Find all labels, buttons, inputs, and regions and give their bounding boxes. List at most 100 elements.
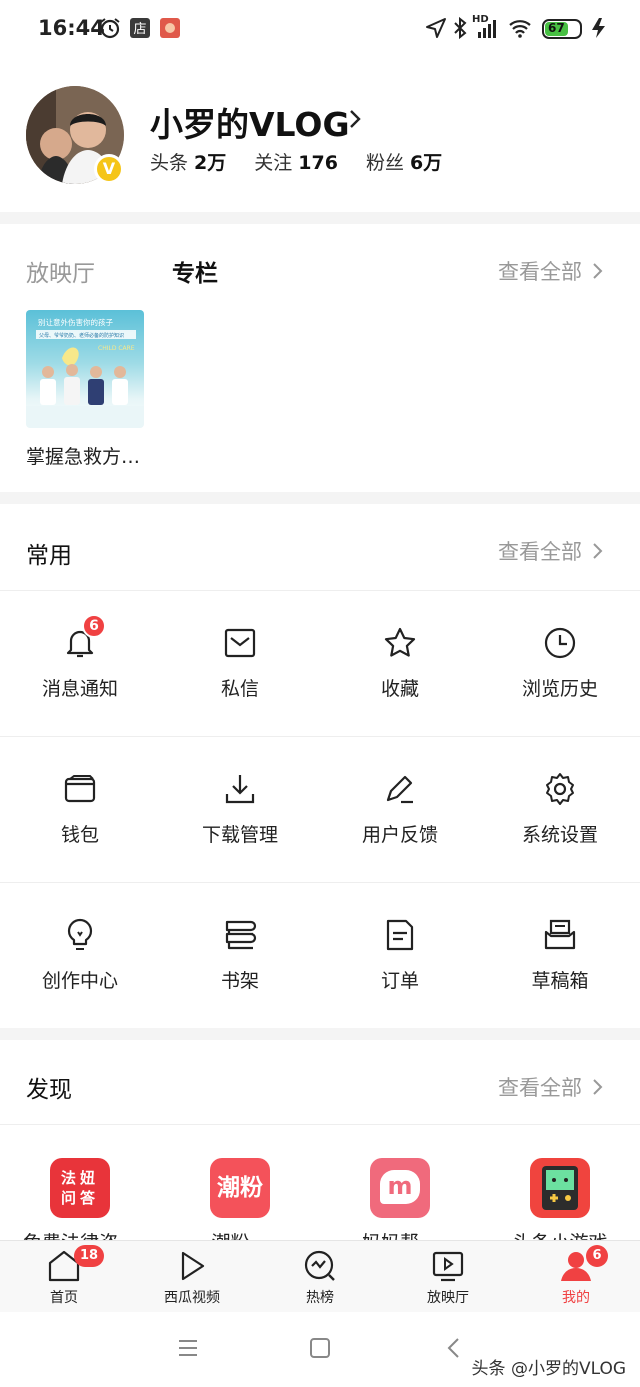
back-icon[interactable]	[444, 1336, 464, 1360]
see-all-label: 查看全部	[498, 260, 582, 284]
signal-icon	[478, 20, 496, 38]
pen-icon	[386, 775, 413, 804]
tab-theater[interactable]: 放映厅	[384, 1249, 512, 1307]
stat-headlines[interactable]: 头条 2万	[150, 148, 226, 175]
grid-feedback[interactable]: 用户反馈	[320, 772, 480, 847]
wallet-icon	[64, 775, 96, 803]
bookshelf-icon	[225, 920, 257, 950]
watermark: 头条 @小罗的VLOG	[471, 1359, 626, 1379]
document-icon	[386, 919, 414, 951]
lightbulb-icon	[67, 918, 93, 950]
tab-label: 我的	[562, 1290, 590, 1306]
grid-label: 创作中心	[41, 970, 118, 992]
star-icon	[384, 627, 416, 657]
app-icon-text: m	[380, 1170, 420, 1204]
grid-creator-center[interactable]: 创作中心	[0, 918, 160, 993]
status-bar: 16:44 店 HD 67	[0, 0, 640, 60]
home-badge: 18	[74, 1245, 105, 1267]
stat-value: 6万	[409, 152, 443, 174]
drafts-icon	[544, 919, 576, 950]
see-all-label: 查看全部	[498, 540, 582, 564]
grid-drafts[interactable]: 草稿箱	[480, 918, 640, 993]
chevron-right-icon	[593, 543, 603, 559]
stat-label: 粉丝	[365, 152, 404, 174]
clock-icon	[544, 627, 576, 659]
location-icon	[426, 18, 446, 38]
charging-icon	[592, 18, 605, 38]
chevron-right-icon[interactable]	[348, 108, 364, 130]
see-all-media[interactable]: 查看全部	[498, 256, 604, 286]
profile-stats: 头条 2万 关注 176 粉丝 6万	[150, 148, 442, 175]
grid-label: 消息通知	[41, 678, 118, 700]
row-divider	[0, 590, 640, 591]
download-icon	[225, 775, 255, 804]
tab-xigua-video[interactable]: 西瓜视频	[128, 1249, 256, 1307]
grid-favorites[interactable]: 收藏	[320, 626, 480, 701]
grid-label: 收藏	[380, 678, 419, 700]
thumbnail-image: 别让意外伤害你的孩子 父母、爷爷奶奶、老师必备的防护知识 CHILD CARE	[26, 317, 144, 428]
grid-label: 书架	[220, 970, 259, 992]
grid-label: 用户反馈	[361, 824, 438, 846]
tab-trending[interactable]: 热榜	[256, 1249, 384, 1307]
trending-icon	[304, 1250, 335, 1281]
column-caption[interactable]: 掌握急救方…	[26, 442, 140, 469]
grid-label: 草稿箱	[531, 970, 589, 992]
svg-text:店: 店	[133, 22, 146, 37]
verified-badge: V	[94, 154, 124, 184]
app-icon-games[interactable]	[530, 1158, 590, 1218]
tab-label: 热榜	[306, 1290, 334, 1306]
gear-icon	[546, 773, 574, 805]
grid-label: 下载管理	[201, 824, 278, 846]
bluetooth-icon	[454, 16, 467, 40]
stat-following[interactable]: 关注 176	[254, 148, 338, 175]
row-divider	[0, 882, 640, 883]
username[interactable]: 小罗的VLOG	[150, 98, 350, 146]
app-root: 16:44 店 HD 67 V 小罗的VLOG 头条 2万 关注 176 粉丝 …	[0, 0, 640, 1387]
grid-history[interactable]: 浏览历史	[480, 626, 640, 701]
app-icon-text: 法妞问答	[61, 1169, 100, 1207]
grid-orders[interactable]: 订单	[320, 918, 480, 993]
column-thumbnail[interactable]: 别让意外伤害你的孩子 父母、爷爷奶奶、老师必备的防护知识 CHILD CARE	[26, 310, 144, 428]
app-icon	[160, 18, 180, 38]
tab-home[interactable]: 首页	[0, 1249, 128, 1307]
grid-notifications[interactable]: 消息通知	[0, 626, 160, 701]
notification-badge: 6	[82, 614, 106, 638]
grid-bookshelf[interactable]: 书架	[160, 918, 320, 993]
status-time: 16:44	[38, 16, 105, 40]
tab-mine[interactable]: 我的	[512, 1249, 640, 1307]
chevron-right-icon	[593, 1079, 603, 1095]
tab-label: 放映厅	[427, 1290, 469, 1306]
app-icon-chaofen[interactable]: 潮粉	[210, 1158, 270, 1218]
mail-icon	[224, 628, 256, 658]
mine-badge: 6	[586, 1245, 608, 1267]
grid-downloads[interactable]: 下载管理	[160, 772, 320, 847]
home-square-icon[interactable]	[308, 1336, 332, 1360]
grid-label: 系统设置	[521, 824, 598, 846]
tab-theater[interactable]: 放映厅	[26, 254, 95, 288]
section-divider	[0, 1028, 640, 1040]
see-all-common[interactable]: 查看全部	[498, 536, 604, 566]
bottom-tab-bar: 首页 18 西瓜视频 热榜 放映厅 我的 6	[0, 1240, 640, 1312]
section-title-discover: 发现	[26, 1077, 72, 1103]
battery-icon: 67	[542, 19, 582, 39]
menu-icon[interactable]	[176, 1338, 200, 1358]
stat-value: 2万	[194, 152, 227, 174]
see-all-discover[interactable]: 查看全部	[498, 1072, 604, 1102]
tab-column[interactable]: 专栏	[172, 254, 218, 288]
store-icon: 店	[130, 18, 150, 38]
section-divider	[0, 212, 640, 224]
gamepad-icon	[542, 1166, 578, 1210]
grid-settings[interactable]: 系统设置	[480, 772, 640, 847]
grid-label: 钱包	[60, 824, 99, 846]
grid-label: 私信	[220, 678, 259, 700]
app-icon-mama[interactable]: m	[370, 1158, 430, 1218]
tv-icon	[432, 1251, 464, 1282]
thumb-title: 别让意外伤害你的孩子	[38, 317, 113, 327]
grid-wallet[interactable]: 钱包	[0, 772, 160, 847]
grid-messages[interactable]: 私信	[160, 626, 320, 701]
stat-followers[interactable]: 粉丝 6万	[366, 148, 442, 175]
app-icon-legal-qa[interactable]: 法妞问答	[50, 1158, 110, 1218]
section-title-common: 常用	[26, 543, 72, 569]
thumb-subtitle: 父母、爷爷奶奶、老师必备的防护知识	[39, 332, 124, 339]
thumb-tag: CHILD CARE	[98, 345, 135, 352]
